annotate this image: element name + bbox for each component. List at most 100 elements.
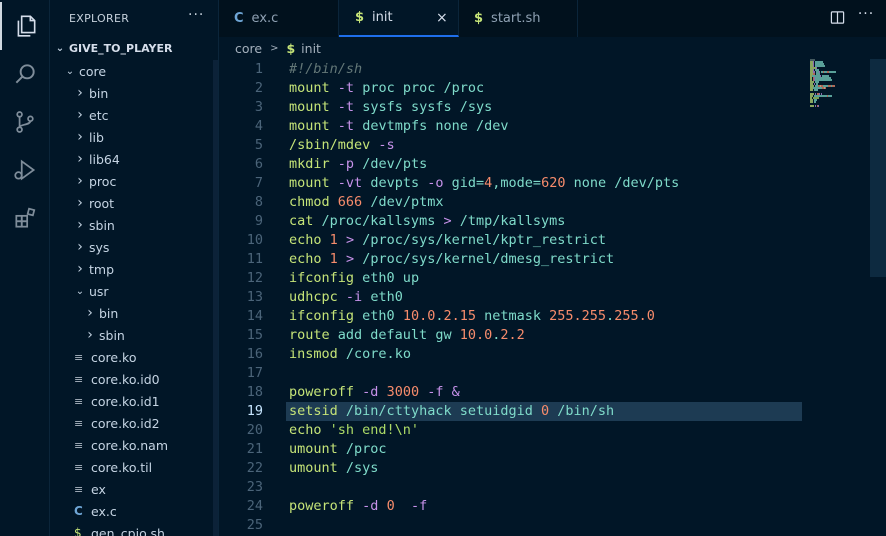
- tab-label: init: [372, 10, 393, 25]
- code-line[interactable]: 14 ifconfig eth0 10.0.2.15 netmask 255.25…: [219, 307, 819, 326]
- code-text: #!/bin/sh: [289, 61, 363, 77]
- code-line[interactable]: 15 route add default gw 10.0.2.2: [219, 326, 819, 345]
- tree-file[interactable]: ≡ core.ko.nam: [50, 434, 218, 456]
- code-line[interactable]: 20 echo 'sh end!\n': [219, 421, 819, 440]
- tree-folder[interactable]: › root: [50, 192, 218, 214]
- code-line[interactable]: 11 echo 1 > /proc/sys/kernel/dmesg_restri…: [219, 250, 819, 269]
- editor-scrollbar[interactable]: [870, 59, 886, 277]
- tab-init[interactable]: $ init ×: [339, 0, 459, 37]
- tree-folder[interactable]: › lib: [50, 126, 218, 148]
- code-line[interactable]: 5/sbin/mdev -s: [219, 136, 819, 155]
- tree-file[interactable]: ≡ core.ko.id2: [50, 412, 218, 434]
- code-line[interactable]: 4 mount -t devtmpfs none /dev: [219, 117, 819, 136]
- tree-file[interactable]: ≡ core.ko.id0: [50, 368, 218, 390]
- code-line[interactable]: 19 setsid /bin/cttyhack setuidgid 0 /bin/…: [219, 402, 819, 421]
- tree-file[interactable]: $ gen_cpio.sh: [50, 522, 218, 536]
- chevron-down-icon: ⌄: [55, 42, 65, 54]
- code-line[interactable]: 8 chmod 666 /dev/ptmx: [219, 193, 819, 212]
- code-line[interactable]: 12 ifconfig eth0 up: [219, 269, 819, 288]
- explorer-icon[interactable]: [0, 2, 50, 50]
- line-number: 2: [254, 80, 263, 96]
- chevron-right-icon: ›: [77, 151, 83, 167]
- tree-folder[interactable]: › tmp: [50, 258, 218, 280]
- tree-folder[interactable]: › lib64: [50, 148, 218, 170]
- code-text: setsid /bin/cttyhack setuidgid 0 /bin/sh: [289, 403, 615, 419]
- more-actions-icon[interactable]: ···: [188, 7, 204, 23]
- code-text: mount -vt devpts -o gid=4,mode=620 none …: [289, 175, 680, 191]
- tree-folder[interactable]: › bin: [50, 82, 218, 104]
- code-line[interactable]: 9 cat /proc/kallsyms > /tmp/kallsyms: [219, 212, 819, 231]
- minimap[interactable]: [808, 59, 868, 109]
- tree-item-label: sbin: [89, 217, 115, 233]
- chevron-right-icon: ›: [77, 129, 83, 145]
- workspace-root-folder[interactable]: ⌄ GIVE_TO_PLAYER: [50, 38, 218, 58]
- more-actions-icon[interactable]: ···: [857, 6, 875, 24]
- tree-file[interactable]: ≡ core.ko.id1: [50, 390, 218, 412]
- tree-item-label: usr: [89, 283, 109, 299]
- chevron-right-icon: ›: [87, 327, 93, 343]
- tree-item-label: root: [89, 195, 115, 211]
- code-text: echo 'sh end!\n': [289, 422, 420, 438]
- shell-file-icon: $: [286, 40, 296, 56]
- code-line[interactable]: 7 mount -vt devpts -o gid=4,mode=620 none…: [219, 174, 819, 193]
- code-line[interactable]: 10 echo 1 > /proc/sys/kernel/kptr_restric…: [219, 231, 819, 250]
- code-line[interactable]: 2 mount -t proc proc /proc: [219, 79, 819, 98]
- tree-folder[interactable]: › sys: [50, 236, 218, 258]
- line-number: 23: [246, 479, 263, 495]
- tab-ex-c[interactable]: C ex.c: [219, 0, 339, 37]
- search-icon[interactable]: [0, 50, 50, 98]
- tree-folder[interactable]: › bin: [50, 302, 218, 324]
- breadcrumb-folder[interactable]: core: [235, 41, 262, 56]
- line-number: 14: [246, 308, 263, 324]
- tree-folder[interactable]: ⌄ usr: [50, 280, 218, 302]
- code-line[interactable]: 3 mount -t sysfs sysfs /sys: [219, 98, 819, 117]
- tree-file[interactable]: ≡ core.ko.til: [50, 456, 218, 478]
- tree-item-label: lib: [89, 129, 104, 145]
- extensions-icon[interactable]: [0, 194, 50, 242]
- chevron-right-icon: ›: [77, 261, 83, 277]
- tree-folder[interactable]: › proc: [50, 170, 218, 192]
- tree-item-label: proc: [89, 173, 117, 189]
- line-number: 13: [246, 289, 263, 305]
- line-number: 19: [246, 403, 263, 419]
- tree-item-label: sbin: [99, 327, 125, 343]
- code-line[interactable]: 21 umount /proc: [219, 440, 819, 459]
- tree-folder[interactable]: ⌄ core: [50, 60, 218, 82]
- code-line[interactable]: 25: [219, 516, 819, 535]
- tree-folder[interactable]: › sbin: [50, 214, 218, 236]
- tree-file[interactable]: Cex.c: [50, 500, 218, 522]
- code-text: udhcpc -i eth0: [289, 289, 403, 305]
- line-number: 17: [246, 365, 263, 381]
- tree-file[interactable]: ≡ ex: [50, 478, 218, 500]
- split-editor-icon[interactable]: [828, 10, 846, 28]
- code-line[interactable]: 16 insmod /core.ko: [219, 345, 819, 364]
- code-editor[interactable]: 1 #!/bin/sh 2 mount -t proc proc /proc 3 moun…: [219, 59, 886, 536]
- tree-folder[interactable]: › sbin: [50, 324, 218, 346]
- code-line[interactable]: 24 poweroff -d 0 -f: [219, 497, 819, 516]
- code-line[interactable]: 6 mkdir -p /dev/pts: [219, 155, 819, 174]
- line-number: 15: [246, 327, 263, 343]
- chevron-right-icon: ›: [77, 173, 83, 189]
- code-text: echo 1 > /proc/sys/kernel/dmesg_restrict: [289, 251, 615, 267]
- tree-folder[interactable]: › etc: [50, 104, 218, 126]
- code-text: insmod /core.ko: [289, 346, 411, 362]
- line-number: 16: [246, 346, 263, 362]
- tree-file[interactable]: ≡ core.ko: [50, 346, 218, 368]
- file-lines-icon: ≡: [74, 350, 84, 364]
- tab-label: ex.c: [251, 11, 279, 26]
- source-control-icon[interactable]: [0, 98, 50, 146]
- code-text: ifconfig eth0 10.0.2.15 netmask 255.255.…: [289, 308, 655, 324]
- code-line[interactable]: 17: [219, 364, 819, 383]
- tree-item-label: etc: [89, 107, 109, 123]
- code-line[interactable]: 1 #!/bin/sh: [219, 60, 819, 79]
- close-icon[interactable]: ×: [436, 10, 448, 26]
- code-line[interactable]: 18 poweroff -d 3000 -f &: [219, 383, 819, 402]
- code-line[interactable]: 13 udhcpc -i eth0: [219, 288, 819, 307]
- run-debug-icon[interactable]: [0, 146, 50, 194]
- code-line[interactable]: 22 umount /sys: [219, 459, 819, 478]
- code-text: chmod 666 /dev/ptmx: [289, 194, 444, 210]
- c-file-icon: C: [74, 504, 83, 518]
- breadcrumb-file[interactable]: init: [301, 41, 321, 56]
- tab-start-sh[interactable]: $ start.sh: [459, 0, 578, 37]
- code-line[interactable]: 23: [219, 478, 819, 497]
